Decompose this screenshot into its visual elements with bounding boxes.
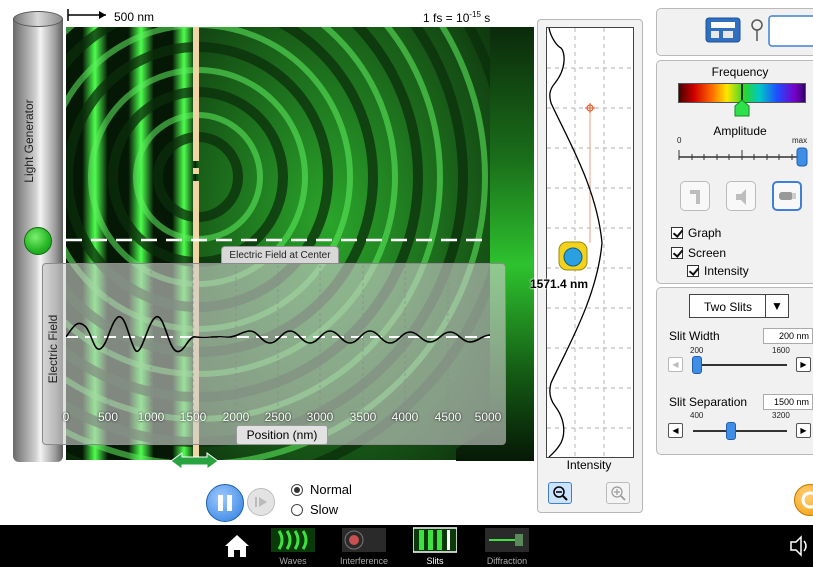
amplitude-slider[interactable] [676,146,810,168]
x-tick-3000: 3000 [306,410,334,424]
step-icon [255,497,267,507]
light-generator-cap [13,11,63,27]
nav-interference-label[interactable]: Interference [329,556,399,566]
graph-checkbox-label: Graph [688,226,722,240]
zoom-out-icon [553,486,568,501]
step-forward-button[interactable] [247,488,275,516]
reset-all-button[interactable] [794,484,813,516]
amplitude-max: max [792,136,808,145]
x-tick-1000: 1000 [137,410,165,424]
x-tick-5000: 5000 [474,410,502,424]
intensity-checkbox[interactable] [687,265,699,277]
slit-separation-track[interactable] [693,430,787,432]
slit-separation-max: 3200 [772,411,790,420]
frequency-label: Frequency [711,65,769,79]
slit-width-label: Slit Width [669,329,720,343]
nav-diffraction-label[interactable]: Diffraction [472,556,542,566]
slit-separation-label: Slit Separation [669,395,748,409]
slit-type-value: Two Slits [703,300,752,314]
slit-separation-thumb[interactable] [726,422,736,440]
scale-label: 500 nm [114,10,155,24]
speed-slow-label: Slow [310,502,339,517]
graph-checkbox[interactable] [671,227,683,239]
amplitude-min: 0 [677,136,682,145]
slit-width-increment[interactable]: ▶ [796,357,811,372]
zoom-out-button[interactable] [548,482,572,504]
zoom-in-icon [611,486,626,501]
zoom-in-button[interactable] [606,482,630,504]
light-source-panel [656,8,813,56]
speed-normal-label: Normal [310,482,352,497]
light-source-icons [705,15,813,47]
slit-width-min: 200 [690,346,704,355]
graph-x-label: Position (nm) [236,425,328,445]
slit-width-thumb[interactable] [692,356,702,374]
x-tick-2500: 2500 [264,410,292,424]
x-tick-0: 0 [62,410,70,424]
screen-checkbox-label: Screen [688,246,727,260]
intensity-checkbox-label: Intensity [704,264,749,278]
speed-normal-radio[interactable] [291,484,303,496]
time-scale-label: 1 fs = 10-15 s [423,10,491,25]
slit-separation-value: 1500 nm [763,394,813,410]
graph-plot [66,265,490,411]
water-source-button[interactable] [680,181,710,211]
slit-position-handle[interactable] [170,452,220,470]
detector-distance: 1571.4 nm [530,277,589,291]
graph-y-label: Electric Field [46,314,60,384]
slit-width-track[interactable] [693,364,787,366]
intensity-label: Intensity [566,458,612,472]
x-tick-2000: 2000 [222,410,250,424]
speaker-icon [736,189,746,205]
detector-probe[interactable] [558,241,588,271]
nav-slits-label[interactable]: Slits [400,556,470,566]
slit-width-decrement[interactable]: ◀ [668,357,683,372]
slit-width-max: 1600 [772,346,790,355]
x-tick-1500: 1500 [179,410,207,424]
reset-icon [801,491,813,509]
pause-button[interactable] [206,484,244,522]
slit-type-select[interactable]: Two Slits ▼ [689,294,789,318]
slit-separation-min: 400 [690,411,704,420]
sound-source-button[interactable] [726,181,756,211]
slit-separation-increment[interactable]: ▶ [796,423,811,438]
sound-toggle-icon[interactable] [788,525,813,567]
scale-bar [67,9,106,21]
laser-icon [779,192,796,200]
light-source-button[interactable] [772,181,802,211]
home-icon[interactable] [222,525,252,567]
screen-checkbox[interactable] [671,247,683,259]
x-tick-3500: 3500 [349,410,377,424]
frequency-thumb[interactable] [734,84,750,118]
light-generator-button[interactable] [24,227,52,255]
slit-width-value: 200 nm [763,328,813,344]
x-tick-500: 500 [97,410,119,424]
nav-waves-label[interactable]: Waves [258,556,328,566]
slit-separation-decrement[interactable]: ◀ [668,423,683,438]
speed-slow-radio[interactable] [291,504,303,516]
x-tick-4500: 4500 [434,410,462,424]
dropdown-arrow-icon: ▼ [765,295,788,317]
faucet-icon [690,190,700,204]
light-generator-label: Light Generator [22,99,36,183]
x-tick-4000: 4000 [391,410,419,424]
graph-title[interactable]: Electric Field at Center [221,246,339,264]
